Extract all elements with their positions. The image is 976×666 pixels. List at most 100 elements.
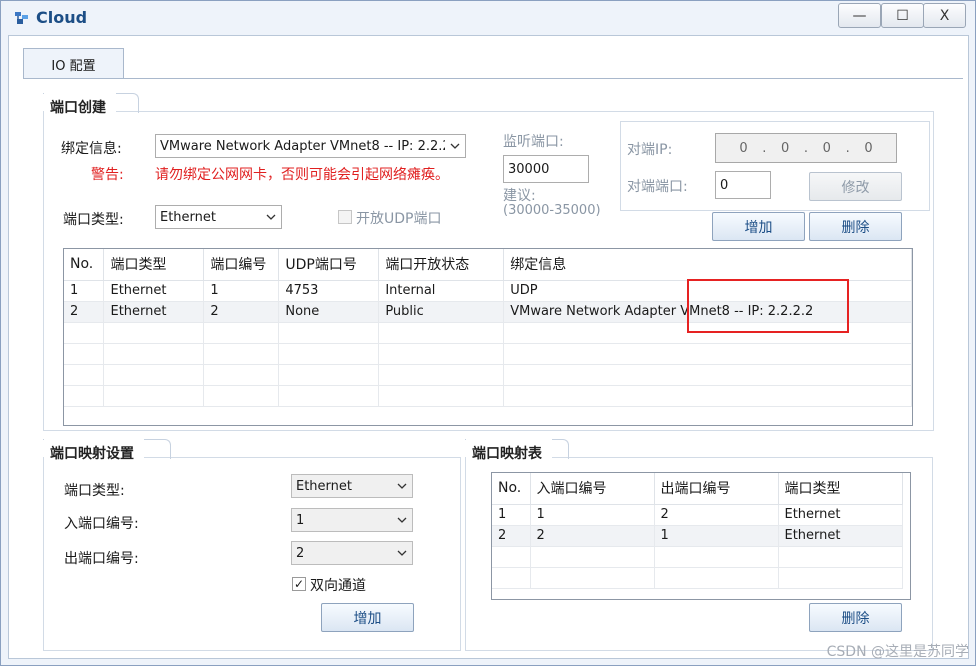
table-row[interactable] — [492, 546, 903, 568]
check-icon: ✓ — [293, 577, 305, 591]
map-port-type-value: Ethernet — [296, 478, 352, 494]
mapping-table-header: No. 入端口编号 出端口编号 端口类型 — [492, 473, 903, 505]
client-area: IO 配置 端口创建 绑定信息: VMware Network Adapter … — [8, 35, 969, 659]
cell: Ethernet — [103, 280, 205, 302]
mapping-table[interactable]: No. 入端口编号 出端口编号 端口类型 1 1 2 Ethernet 2 2 … — [491, 472, 911, 600]
col-out-port[interactable]: 出端口编号 — [654, 473, 779, 505]
table-row[interactable] — [64, 343, 912, 365]
col-bind-info[interactable]: 绑定信息 — [503, 249, 912, 281]
map-port-type-select[interactable]: Ethernet — [291, 474, 413, 498]
listen-port-input[interactable]: 30000 — [503, 155, 589, 183]
chevron-down-icon — [445, 135, 465, 157]
port-create-title: 端口创建 — [44, 93, 116, 119]
table-row[interactable] — [492, 567, 903, 589]
warning-label: 警告: — [91, 167, 124, 183]
col-port-number[interactable]: 端口编号 — [203, 249, 280, 281]
col-udp-port[interactable]: UDP端口号 — [278, 249, 380, 281]
watermark: CSDN @这里是苏同学 — [826, 644, 969, 660]
tab-label: IO 配置 — [51, 58, 96, 74]
peer-port-input[interactable]: 0 — [715, 171, 771, 199]
col-no[interactable]: No. — [492, 473, 531, 505]
cloud-window: Cloud — ☐ X IO 配置 端口创建 绑定信息: VMware Netw… — [0, 0, 976, 666]
cell: 1 — [530, 504, 655, 526]
table-row[interactable]: 1 1 2 Ethernet — [492, 504, 903, 526]
warning-text: 请勿绑定公网网卡，否则可能会引起网络瘫痪。 — [155, 167, 449, 183]
out-port-label: 出端口编号: — [64, 551, 139, 567]
cell: 1 — [64, 280, 105, 302]
modify-button[interactable]: 修改 — [809, 172, 902, 201]
peer-ip-input[interactable]: 0 . 0 . 0 . 0 — [715, 133, 897, 163]
table-row[interactable] — [64, 364, 912, 386]
out-port-select[interactable]: 2 — [291, 541, 413, 565]
window-title: Cloud — [36, 8, 88, 27]
port-table[interactable]: No. 端口类型 端口编号 UDP端口号 端口开放状态 绑定信息 1 Ether… — [63, 248, 913, 426]
suggest-label: 建议: — [503, 188, 536, 204]
table-row[interactable]: 2 2 1 Ethernet — [492, 525, 903, 547]
minimize-button[interactable]: — — [838, 3, 881, 28]
col-open-state[interactable]: 端口开放状态 — [378, 249, 505, 281]
peer-port-label: 对端端口: — [627, 179, 688, 195]
ip-octet-1: 0 — [739, 140, 748, 156]
maximize-icon: ☐ — [896, 7, 909, 24]
col-no[interactable]: No. — [64, 249, 105, 281]
add-port-button-label: 增加 — [744, 219, 773, 236]
ip-dot: . — [803, 140, 809, 156]
out-port-value: 2 — [296, 545, 305, 561]
maximize-button[interactable]: ☐ — [881, 3, 924, 28]
bidirectional-checkbox[interactable]: ✓ — [292, 577, 306, 591]
ip-octet-4: 0 — [864, 140, 873, 156]
close-button[interactable]: X — [923, 3, 966, 28]
cell: Ethernet — [778, 525, 903, 547]
ip-dot: . — [845, 140, 850, 156]
delete-mapping-button-label: 删除 — [841, 610, 870, 627]
open-udp-checkbox[interactable] — [338, 210, 352, 224]
cell: 1 — [654, 525, 779, 547]
close-icon: X — [939, 7, 950, 24]
bidirectional-label: 双向通道 — [310, 578, 366, 594]
mapping-table-grid: No. 入端口编号 出端口编号 端口类型 1 1 2 Ethernet 2 2 … — [492, 473, 903, 589]
cell: Public — [378, 301, 505, 323]
delete-mapping-button[interactable]: 删除 — [809, 603, 902, 632]
suggest-range: (30000-35000) — [503, 203, 601, 218]
table-row[interactable] — [64, 385, 912, 407]
cell: Internal — [378, 280, 505, 302]
peer-ip-label: 对端IP: — [627, 142, 673, 158]
cell: 2 — [530, 525, 655, 547]
bind-info-select[interactable]: VMware Network Adapter VMnet8 -- IP: 2.2… — [155, 134, 466, 158]
add-mapping-button-label: 增加 — [353, 610, 382, 627]
cell: 2 — [492, 525, 531, 547]
cell: 2 — [64, 301, 105, 323]
bind-info-label: 绑定信息: — [61, 141, 122, 157]
cell: Ethernet — [778, 504, 903, 526]
cloud-app-icon — [15, 12, 28, 24]
add-mapping-button[interactable]: 增加 — [321, 603, 414, 632]
chevron-down-icon — [392, 509, 412, 531]
port-mapping-settings-title: 端口映射设置 — [44, 439, 144, 465]
port-table-header: No. 端口类型 端口编号 UDP端口号 端口开放状态 绑定信息 — [64, 249, 912, 281]
port-mapping-table-title: 端口映射表 — [466, 439, 552, 465]
tab-io-config[interactable]: IO 配置 — [23, 48, 124, 79]
peer-port-value: 0 — [720, 177, 729, 193]
modify-button-label: 修改 — [841, 179, 870, 196]
cell: 4753 — [278, 280, 380, 302]
col-port-type[interactable]: 端口类型 — [778, 473, 903, 505]
col-in-port[interactable]: 入端口编号 — [530, 473, 655, 505]
add-port-button[interactable]: 增加 — [712, 212, 805, 241]
chevron-down-icon — [392, 475, 412, 497]
cell: 1 — [203, 280, 280, 302]
ip-octet-3: 0 — [822, 140, 831, 156]
in-port-value: 1 — [296, 512, 305, 528]
listen-port-label: 监听端口: — [503, 134, 564, 150]
cell: 1 — [492, 504, 531, 526]
cell: 2 — [654, 504, 779, 526]
cell: None — [278, 301, 380, 323]
delete-port-button[interactable]: 删除 — [809, 212, 902, 241]
ip-dot: . — [762, 140, 767, 156]
cell: Ethernet — [103, 301, 205, 323]
port-type-value: Ethernet — [160, 209, 216, 225]
col-port-type[interactable]: 端口类型 — [103, 249, 205, 281]
title-bar[interactable]: Cloud — ☐ X — [1, 1, 975, 35]
cell: 2 — [203, 301, 280, 323]
port-type-select[interactable]: Ethernet — [155, 205, 282, 229]
in-port-select[interactable]: 1 — [291, 508, 413, 532]
